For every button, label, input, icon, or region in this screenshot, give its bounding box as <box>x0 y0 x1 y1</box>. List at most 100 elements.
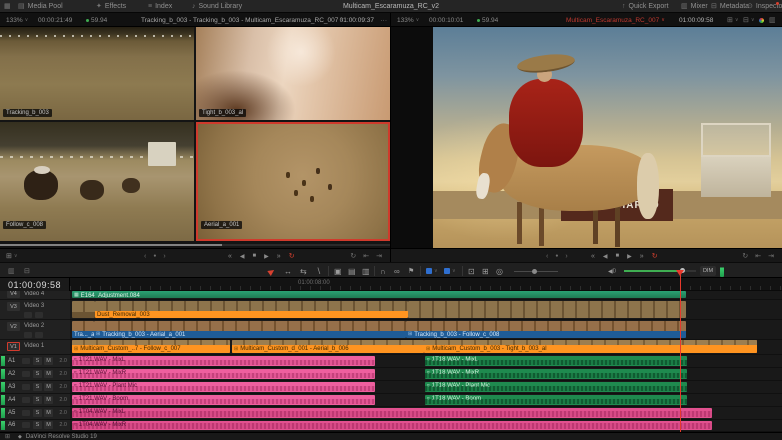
timeline-clip-selected[interactable]: ⊞Multicam_Custom_..7 - Follow_c_007 <box>72 340 230 353</box>
audio-clip[interactable]: ≈1T04.WAV - MixL <box>72 408 712 418</box>
audio-clip[interactable]: ≈1T21.WAV - MixR <box>72 369 375 379</box>
flag-button[interactable]: ⚑ <box>408 263 414 279</box>
track-badge[interactable]: V3 <box>7 302 20 311</box>
dynamic-trim-button[interactable]: ⇆ <box>300 263 307 279</box>
goto-in-icon[interactable]: ⇤ <box>363 252 369 260</box>
track-lock-toggle[interactable] <box>22 410 30 416</box>
timeline-clip[interactable]: ⊞Tracking_b_003 - Follow_c_008 <box>406 321 686 338</box>
track-lock-toggle[interactable] <box>35 332 43 338</box>
track-header-a4[interactable]: A4 S M 2.0 <box>0 394 70 407</box>
loop-range-icon[interactable]: ↻ <box>742 252 748 260</box>
mute-button[interactable]: M <box>44 370 53 378</box>
audio-clip[interactable]: ≈1T18.WAV - MixR <box>425 369 687 379</box>
first-frame-button[interactable]: « <box>228 253 232 260</box>
zoom-slider-knob[interactable] <box>532 269 537 274</box>
speaker-icon[interactable]: ◀)) <box>608 263 616 279</box>
track-header-a2[interactable]: A2 S M 2.0 <box>0 368 70 381</box>
track-badge[interactable]: V2 <box>7 322 20 331</box>
goto-in-icon[interactable]: ⇤ <box>755 252 761 260</box>
track-header-v2[interactable]: V2 Video 2 <box>0 320 70 340</box>
zoom-magnify-button[interactable]: ◎ <box>496 263 503 279</box>
track-lock-toggle[interactable] <box>22 384 30 390</box>
audio-clip[interactable]: ≈1T18.WAV - Boom <box>425 395 687 405</box>
jog-controls[interactable]: ‹●› <box>546 249 568 263</box>
loop-button[interactable]: ↻ <box>289 252 295 260</box>
source-zoom-select[interactable]: 133%∨ <box>6 13 28 27</box>
timeline-ruler[interactable]: 01:00:08:00 <box>70 278 782 291</box>
audio-clip[interactable]: ≈1T18.WAV - Plant Mic <box>425 382 687 392</box>
track-header-v3[interactable]: V3 Video 3 <box>0 300 70 320</box>
marker-color-select[interactable]: ∨ <box>444 263 456 279</box>
mute-button[interactable]: M <box>44 357 53 365</box>
track-enable-toggle[interactable] <box>24 312 32 318</box>
track-header-v1-active[interactable]: V1 Video 1 <box>0 340 70 355</box>
snapping-button[interactable]: ∩ <box>380 263 386 279</box>
first-frame-button[interactable]: « <box>591 253 595 260</box>
track-badge-active[interactable]: V1 <box>7 342 20 351</box>
angle-tracking[interactable]: Tracking_b_003 <box>0 27 194 120</box>
source-scrollbar[interactable] <box>0 244 390 246</box>
play-reverse-button[interactable]: ◀ <box>603 253 608 260</box>
overwrite-clip-button[interactable]: ▤ <box>348 263 356 279</box>
track-header-a6[interactable]: A6 S M 2.0 <box>0 420 70 432</box>
timeline-clip[interactable]: ⊞Tracking_b_003 - Aerial_a_001 <box>94 321 406 338</box>
flag-color-select[interactable]: ∨ <box>426 263 438 279</box>
pages-grid-icon[interactable]: ⊞ <box>5 434 10 440</box>
track-lock-toggle[interactable] <box>22 397 30 403</box>
goto-out-icon[interactable]: ⇥ <box>768 252 774 260</box>
solo-button[interactable]: S <box>33 421 42 429</box>
audio-clip[interactable]: ≈1T18.WAV - MixL <box>425 356 687 366</box>
stills-button[interactable]: ⊟∨ <box>743 13 755 27</box>
audio-clip[interactable]: ≈1T21.WAV - Plant Mic <box>72 382 375 392</box>
timeline-clip[interactable]: ▦E164_Adjustment.084 <box>72 291 686 298</box>
timeline-clip-selected[interactable]: ⊞Multicam_Custom_b_003 - Tight_b_003_al <box>424 340 757 353</box>
track-lock-toggle[interactable] <box>22 422 30 428</box>
zoom-fit-button[interactable]: ⊡ <box>468 263 475 279</box>
play-reverse-button[interactable]: ◀ <box>240 253 245 260</box>
razor-tool-button[interactable]: ∖ <box>316 263 321 279</box>
source-clip-title-select[interactable]: Tracking_b_003 - Tracking_b_003 - Multic… <box>141 13 344 27</box>
multicam-view-button[interactable]: ⊞∨ <box>6 249 18 263</box>
track-badge[interactable]: V4 <box>7 291 20 298</box>
last-frame-button[interactable]: » <box>277 253 281 260</box>
solo-button[interactable]: S <box>33 370 42 378</box>
timeline-zoom-slider[interactable] <box>514 271 558 272</box>
quick-export-button[interactable]: ↑Quick Export <box>622 0 669 13</box>
track-header-a3[interactable]: A3 S M 2.0 <box>0 381 70 394</box>
track-lock-toggle[interactable] <box>22 358 30 364</box>
color-viewer-button[interactable] <box>759 13 764 27</box>
play-button[interactable]: ▶ <box>264 253 269 260</box>
mute-button[interactable]: M <box>44 383 53 391</box>
angle-aerial-active[interactable]: Aerial_a_001 <box>196 122 390 241</box>
insert-clip-button[interactable]: ▣ <box>334 263 342 279</box>
timeline-viewer[interactable]: ENZO CHARRO <box>390 27 782 248</box>
track-enable-toggle[interactable] <box>24 332 32 338</box>
timeline-zoom-select[interactable]: 133%∨ <box>397 13 419 27</box>
mute-button[interactable]: M <box>44 396 53 404</box>
scrollbar-thumb[interactable] <box>0 244 222 246</box>
timeline-clip[interactable] <box>72 301 95 318</box>
track-lock-toggle[interactable] <box>35 312 43 318</box>
timeline-clip[interactable] <box>408 301 686 318</box>
stop-button[interactable]: ■ <box>616 253 620 259</box>
timeline-view-options-button[interactable]: ▥ <box>8 263 15 279</box>
loop-range-icon[interactable]: ↻ <box>350 252 356 260</box>
audio-clip[interactable]: ≈1T04.WAV - MixR <box>72 421 712 430</box>
zoom-detail-button[interactable]: ⊞ <box>482 263 489 279</box>
last-frame-button[interactable]: » <box>640 253 644 260</box>
track-header-v4[interactable]: V4 Video 4 <box>0 291 70 300</box>
mute-button[interactable]: M <box>44 409 53 417</box>
timeline-name-select[interactable]: Multicam_Escaramuza_RC_007∨ <box>566 13 665 27</box>
track-header-a5[interactable]: A5 S M 2.0 <box>0 407 70 420</box>
replace-clip-button[interactable]: ▥ <box>362 263 370 279</box>
timeline-clip[interactable]: Dust_Removal_003 <box>95 301 408 318</box>
solo-button[interactable]: S <box>33 383 42 391</box>
stop-button[interactable]: ■ <box>253 253 257 259</box>
view-options-button[interactable]: ⊞∨ <box>727 13 739 27</box>
render-cache-button[interactable]: ⊟ <box>24 263 30 279</box>
dim-button[interactable]: DIM <box>700 266 716 276</box>
solo-button[interactable]: S <box>33 396 42 404</box>
track-header-a1[interactable]: A1 S M 2.0 <box>0 355 70 368</box>
trim-edit-button[interactable]: ↔ <box>284 263 292 279</box>
timeline-clip-selected[interactable]: ⊞Multicam_Custom_d_001 - Aerial_b_006 <box>232 340 424 353</box>
